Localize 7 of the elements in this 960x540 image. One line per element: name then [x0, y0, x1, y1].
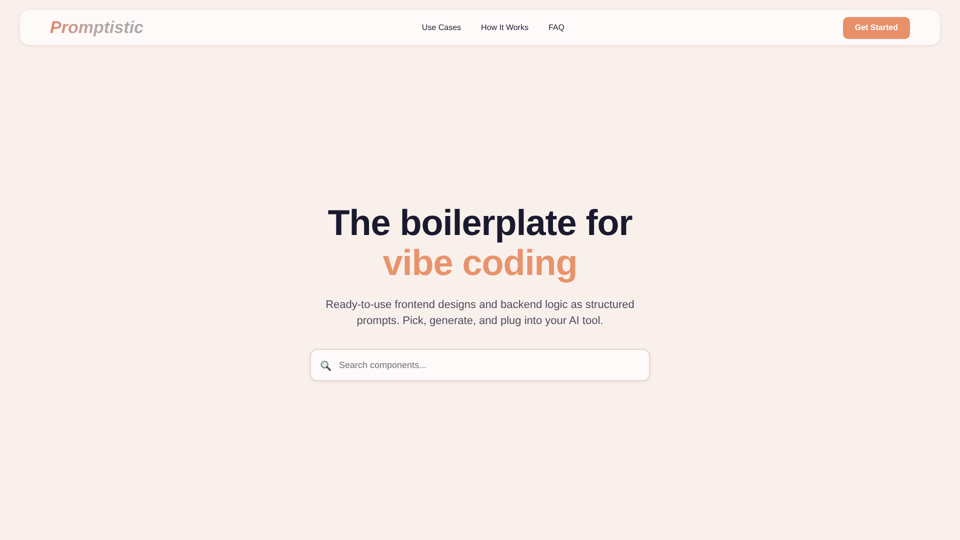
- search-field[interactable]: Search components...: [310, 349, 650, 381]
- nav-link[interactable]: FAQ: [548, 22, 564, 34]
- nav-link[interactable]: Use Cases: [422, 22, 462, 34]
- hero-title-highlight: vibe coding: [382, 243, 578, 283]
- hero-subtitle: Ready-to-use frontend designs and backend logic as structured prompts. Pick, generate, and plug into your AI tool.: [325, 298, 635, 329]
- hero-title: The boilerplate for: [326, 203, 634, 243]
- nav-link[interactable]: How It Works: [481, 22, 528, 34]
